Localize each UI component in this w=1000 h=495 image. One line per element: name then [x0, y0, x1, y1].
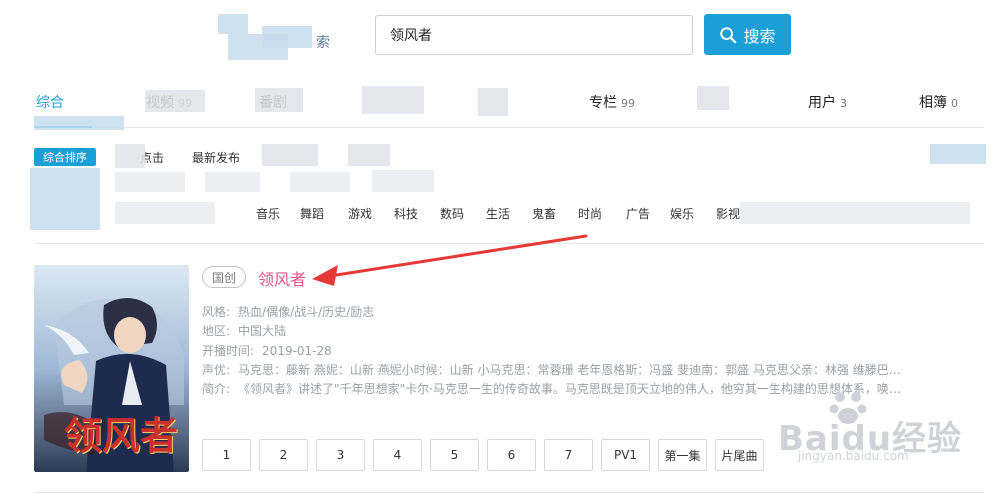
- category-item[interactable]: 时尚: [578, 205, 602, 222]
- meta-intro: 简介: 《领风者》讲述了"千年思想家"卡尔·马克思一生的传奇故事。马克思既是顶天立…: [202, 380, 902, 397]
- category-item[interactable]: 鬼畜: [532, 205, 556, 222]
- tab-count: 3: [840, 97, 847, 110]
- meta-cast: 声优: 马克思：藤新 燕妮：山新 燕妮小时候：山新 小马克思：常蓉珊 老年恩格斯：…: [202, 361, 902, 378]
- blurred-block: [145, 90, 205, 112]
- search-results-page: 索 搜索 综合 视频99 番剧 专栏99 用户3 相簿0: [0, 0, 1000, 495]
- category-item[interactable]: 舞蹈: [300, 205, 324, 222]
- logo-text: 索: [316, 35, 330, 51]
- category-item[interactable]: 生活: [486, 205, 510, 222]
- tab-label: 相簿: [919, 95, 947, 111]
- section-divider: [34, 243, 984, 244]
- meta-value: 热血/偶像/战斗/历史/励志: [238, 305, 375, 319]
- search-input[interactable]: [376, 16, 692, 54]
- watermark-url: jingyan.baidu.com: [798, 449, 909, 463]
- tab-label: 专栏: [589, 95, 617, 111]
- episode-button[interactable]: 4: [373, 439, 422, 471]
- tab-user[interactable]: 用户 3: [808, 92, 847, 112]
- category-item[interactable]: 数码: [440, 205, 464, 222]
- blurred-block: [478, 88, 508, 116]
- tab-label: 用户: [808, 95, 836, 111]
- episode-button[interactable]: 3: [316, 439, 365, 471]
- search-icon: [720, 26, 737, 43]
- meta-label: 地区:: [202, 324, 231, 338]
- category-item[interactable]: 科技: [394, 205, 418, 222]
- meta-label: 风格:: [202, 305, 231, 319]
- search-button-label: 搜索: [743, 26, 776, 46]
- blurred-block: [205, 172, 260, 192]
- blurred-block: [930, 144, 986, 164]
- blurred-block: [115, 172, 185, 192]
- tab-count: 0: [951, 97, 958, 110]
- tab-all[interactable]: 综合: [36, 92, 64, 112]
- category-item[interactable]: 音乐: [256, 205, 280, 222]
- category-tag: 国创: [202, 266, 246, 288]
- episode-button[interactable]: 1: [202, 439, 251, 471]
- blurred-logo-block: [218, 14, 248, 34]
- blurred-block: [262, 144, 318, 166]
- filter-latest[interactable]: 最新发布: [192, 149, 240, 166]
- blurred-block: [115, 144, 145, 168]
- blurred-block: [362, 86, 424, 114]
- episode-button[interactable]: 6: [487, 439, 536, 471]
- category-item[interactable]: 影视: [716, 205, 740, 222]
- meta-region: 地区: 中国大陆: [202, 322, 286, 339]
- blurred-block: [697, 86, 729, 110]
- meta-label: 声优:: [202, 363, 231, 377]
- episode-button[interactable]: 片尾曲: [715, 439, 764, 471]
- sort-badge[interactable]: 综合排序: [34, 148, 96, 166]
- category-item[interactable]: 娱乐: [670, 205, 694, 222]
- tab-label: 综合: [36, 95, 64, 111]
- cover-title: 领风者: [64, 413, 179, 458]
- tab-column[interactable]: 专栏 99: [589, 92, 635, 112]
- meta-label: 开播时间:: [202, 344, 255, 358]
- blurred-block: [290, 172, 350, 192]
- blurred-block: [348, 144, 390, 166]
- meta-value: 马克思：藤新 燕妮：山新 燕妮小时候：山新 小马克思：常蓉珊 老年恩格斯：冯盛 …: [238, 363, 902, 377]
- category-item[interactable]: 广告: [626, 205, 650, 222]
- section-divider: [34, 492, 984, 493]
- episode-button[interactable]: 5: [430, 439, 479, 471]
- episode-button[interactable]: 第一集: [658, 439, 707, 471]
- meta-label: 简介:: [202, 382, 231, 396]
- result-title-link[interactable]: 领风者: [258, 266, 306, 290]
- blurred-block: [115, 202, 215, 224]
- meta-value: 《领风者》讲述了"千年思想家"卡尔·马克思一生的传奇故事。马克思既是顶天立地的伟…: [238, 382, 902, 396]
- blurred-block: [740, 202, 970, 224]
- blurred-block: [372, 170, 434, 192]
- episode-button[interactable]: 2: [259, 439, 308, 471]
- search-button[interactable]: 搜索: [704, 14, 791, 55]
- tab-album[interactable]: 相簿 0: [919, 92, 958, 112]
- meta-date: 开播时间: 2019-01-28: [202, 342, 332, 359]
- tab-count: 99: [621, 97, 635, 110]
- search-box[interactable]: [375, 15, 693, 55]
- meta-style: 风格: 热血/偶像/战斗/历史/励志: [202, 303, 374, 320]
- meta-value: 2019-01-28: [262, 344, 332, 358]
- result-cover-image[interactable]: 领风者: [34, 265, 189, 472]
- episode-button[interactable]: 7: [544, 439, 593, 471]
- blurred-block: [34, 116, 124, 130]
- episode-button[interactable]: PV1: [601, 439, 650, 471]
- blurred-block: [255, 88, 303, 112]
- blurred-logo-block: [262, 26, 312, 48]
- category-item[interactable]: 游戏: [348, 205, 372, 222]
- meta-value: 中国大陆: [238, 324, 287, 338]
